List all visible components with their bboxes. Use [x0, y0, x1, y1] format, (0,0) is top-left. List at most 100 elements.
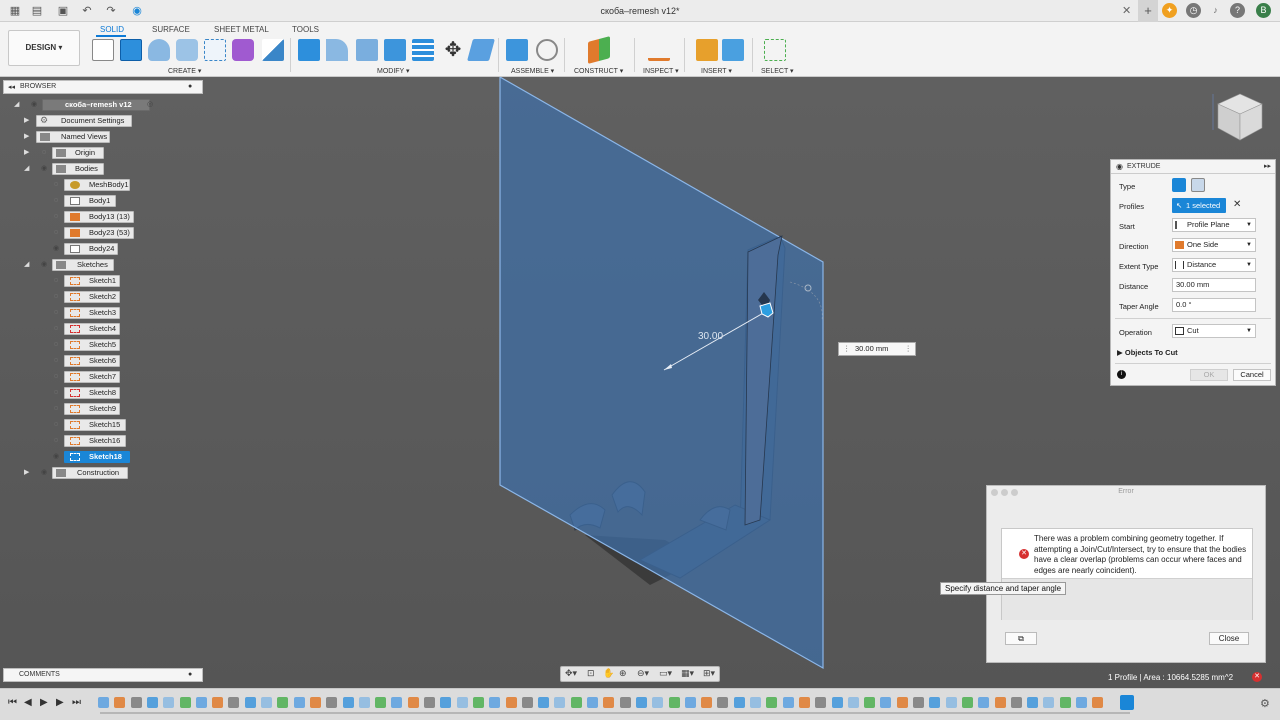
tab-surface[interactable]: SURFACE — [152, 25, 190, 34]
offset-plane-icon[interactable] — [588, 36, 610, 64]
inspect-menu[interactable]: INSPECT ▾ — [643, 67, 679, 75]
timeline-feature-icon[interactable] — [293, 697, 305, 708]
tree-item-sketch[interactable]: ◌ Sketch16 — [50, 435, 200, 447]
visibility-eye-icon[interactable]: ◉ — [38, 261, 50, 269]
timeline-feature-icon[interactable] — [326, 697, 338, 708]
timeline-feature-icon[interactable] — [994, 697, 1006, 708]
tree-item-sketch[interactable]: ◌ Sketch2 — [50, 291, 200, 303]
tree-item-sketch[interactable]: ◌ Sketch9 — [50, 403, 200, 415]
close-tab-icon[interactable]: ✕ — [1122, 4, 1131, 17]
look-at-icon[interactable]: ⊡ — [587, 668, 595, 679]
timeline-feature-icon[interactable] — [929, 697, 941, 708]
timeline-feature-icon[interactable] — [195, 697, 207, 708]
construct-menu[interactable]: CONSTRUCT ▾ — [574, 67, 623, 75]
browser-pin-icon[interactable]: ● — [188, 83, 192, 90]
clear-selection-icon[interactable]: ✕ — [1233, 199, 1241, 210]
comments-panel-header[interactable]: COMMENTS ● — [3, 668, 203, 682]
timeline-feature-icon[interactable] — [228, 697, 240, 708]
insert-menu[interactable]: INSERT ▾ — [701, 67, 732, 75]
zoom-icon[interactable]: ⊕ — [619, 668, 627, 679]
go-to-start-icon[interactable]: ⏮ — [8, 697, 17, 708]
comments-pin-icon[interactable]: ● — [188, 671, 192, 678]
timeline-feature-icon[interactable] — [130, 697, 142, 708]
notifications-icon[interactable]: ♪ — [1208, 3, 1223, 18]
user-avatar[interactable]: B — [1256, 3, 1271, 18]
timeline-feature-icon[interactable] — [472, 697, 484, 708]
visibility-eye-icon[interactable]: ◉ — [38, 469, 50, 477]
timeline-feature-icon[interactable] — [277, 697, 289, 708]
timeline-feature-icon[interactable] — [1027, 697, 1039, 708]
assemble-menu[interactable]: ASSEMBLE ▾ — [511, 67, 554, 75]
timeline-feature-icon[interactable] — [750, 697, 761, 708]
activate-component-icon[interactable]: ◎ — [144, 101, 156, 109]
timeline-feature-icon[interactable] — [815, 697, 827, 708]
tree-item-sketches[interactable]: ◢ ◉ Sketches — [24, 259, 174, 271]
collapse-arrow-icon[interactable]: ◢ — [14, 100, 19, 108]
new-component-icon[interactable] — [506, 39, 528, 61]
visibility-eye-icon[interactable]: ◌ — [50, 405, 62, 413]
revolve-icon[interactable] — [148, 39, 170, 61]
timeline-feature-icon[interactable] — [766, 697, 778, 708]
timeline-feature-icon[interactable] — [375, 697, 387, 708]
timeline-feature-icon[interactable] — [146, 697, 158, 708]
help-icon[interactable]: ? — [1230, 3, 1245, 18]
timeline-feature-icon[interactable] — [538, 697, 550, 708]
timeline-feature-icon[interactable] — [880, 697, 892, 708]
insert-canvas-icon[interactable] — [722, 39, 744, 61]
visibility-eye-icon[interactable]: ◌ — [50, 309, 62, 317]
visibility-eye-icon[interactable]: ◌ — [50, 213, 62, 221]
visibility-eye-icon[interactable]: ◌ — [50, 357, 62, 365]
timeline-feature-icon[interactable] — [489, 697, 501, 708]
new-tab-button[interactable]: + — [1138, 0, 1158, 22]
timeline-feature-icon[interactable] — [668, 697, 680, 708]
tree-item-sketch[interactable]: ◌ Sketch6 — [50, 355, 200, 367]
visibility-eye-icon[interactable]: ◌ — [50, 229, 62, 237]
browser-panel-header[interactable]: ◂◂ BROWSER ● — [3, 80, 203, 94]
timeline-feature-icon[interactable] — [1043, 697, 1055, 708]
timeline-feature-icon[interactable] — [945, 697, 957, 708]
joint-icon[interactable] — [536, 39, 558, 61]
type-solid-icon[interactable] — [1172, 178, 1186, 192]
timeline-feature-icon[interactable] — [864, 697, 876, 708]
timeline-feature-icon[interactable] — [635, 697, 647, 708]
tree-item-construction[interactable]: ▶ ◉ Construction — [24, 467, 174, 479]
expand-arrow-icon[interactable]: ▶ — [24, 468, 29, 476]
tree-item-label[interactable]: Document Settings — [36, 115, 132, 127]
timeline-feature-icon[interactable] — [440, 697, 452, 708]
sweep-icon[interactable] — [176, 39, 198, 61]
visibility-eye-icon[interactable]: ◌ — [50, 325, 62, 333]
play-icon[interactable]: ▶ — [40, 697, 48, 708]
viewports-icon[interactable]: ⊞▾ — [703, 668, 715, 679]
go-to-end-icon[interactable]: ⏭ — [72, 697, 81, 708]
timeline-marker[interactable] — [1120, 695, 1134, 710]
collapse-arrow-icon[interactable]: ◢ — [24, 164, 29, 172]
more-options-icon[interactable]: ⋮ — [905, 343, 913, 355]
timeline-feature-icon[interactable] — [407, 697, 419, 708]
tree-item-sketch[interactable]: ◌ Sketch1 — [50, 275, 200, 287]
timeline-feature-icon[interactable] — [358, 697, 370, 708]
tab-tools[interactable]: TOOLS — [292, 25, 319, 34]
expand-arrow-icon[interactable]: ▶ — [24, 132, 29, 140]
timeline-feature-icon[interactable] — [684, 697, 696, 708]
extrude-header[interactable]: ◉ EXTRUDE ▸▸ — [1111, 160, 1275, 174]
timeline-feature-icon[interactable] — [114, 697, 126, 708]
tree-item-body[interactable]: ◉ Body24 — [50, 243, 200, 255]
zoom-window-icon[interactable]: ⊖▾ — [637, 668, 649, 679]
select-menu[interactable]: SELECT ▾ — [761, 67, 794, 75]
visibility-eye-icon[interactable]: ◉ — [38, 165, 50, 173]
info-icon[interactable]: i — [1117, 370, 1126, 379]
tree-item-sketch[interactable]: ◌ Sketch8 — [50, 387, 200, 399]
timeline-feature-icon[interactable] — [717, 697, 729, 708]
timeline-track[interactable] — [100, 712, 1130, 714]
visibility-eye-icon[interactable]: ◌ — [50, 181, 62, 189]
pattern-icon[interactable] — [204, 39, 226, 61]
timeline-feature-icon[interactable] — [98, 697, 109, 708]
timeline-feature-icon[interactable] — [1092, 697, 1104, 708]
grid-settings-icon[interactable]: ▦▾ — [681, 668, 694, 679]
modify-menu[interactable]: MODIFY ▾ — [377, 67, 410, 75]
mirror-icon[interactable] — [262, 39, 284, 61]
distance-input[interactable]: 30.00 mm ⋮ ⋮ — [838, 342, 916, 356]
timeline-feature-icon[interactable] — [179, 697, 191, 708]
visibility-eye-icon[interactable]: ◉ — [28, 101, 40, 109]
timeline-feature-icon[interactable] — [309, 697, 321, 708]
